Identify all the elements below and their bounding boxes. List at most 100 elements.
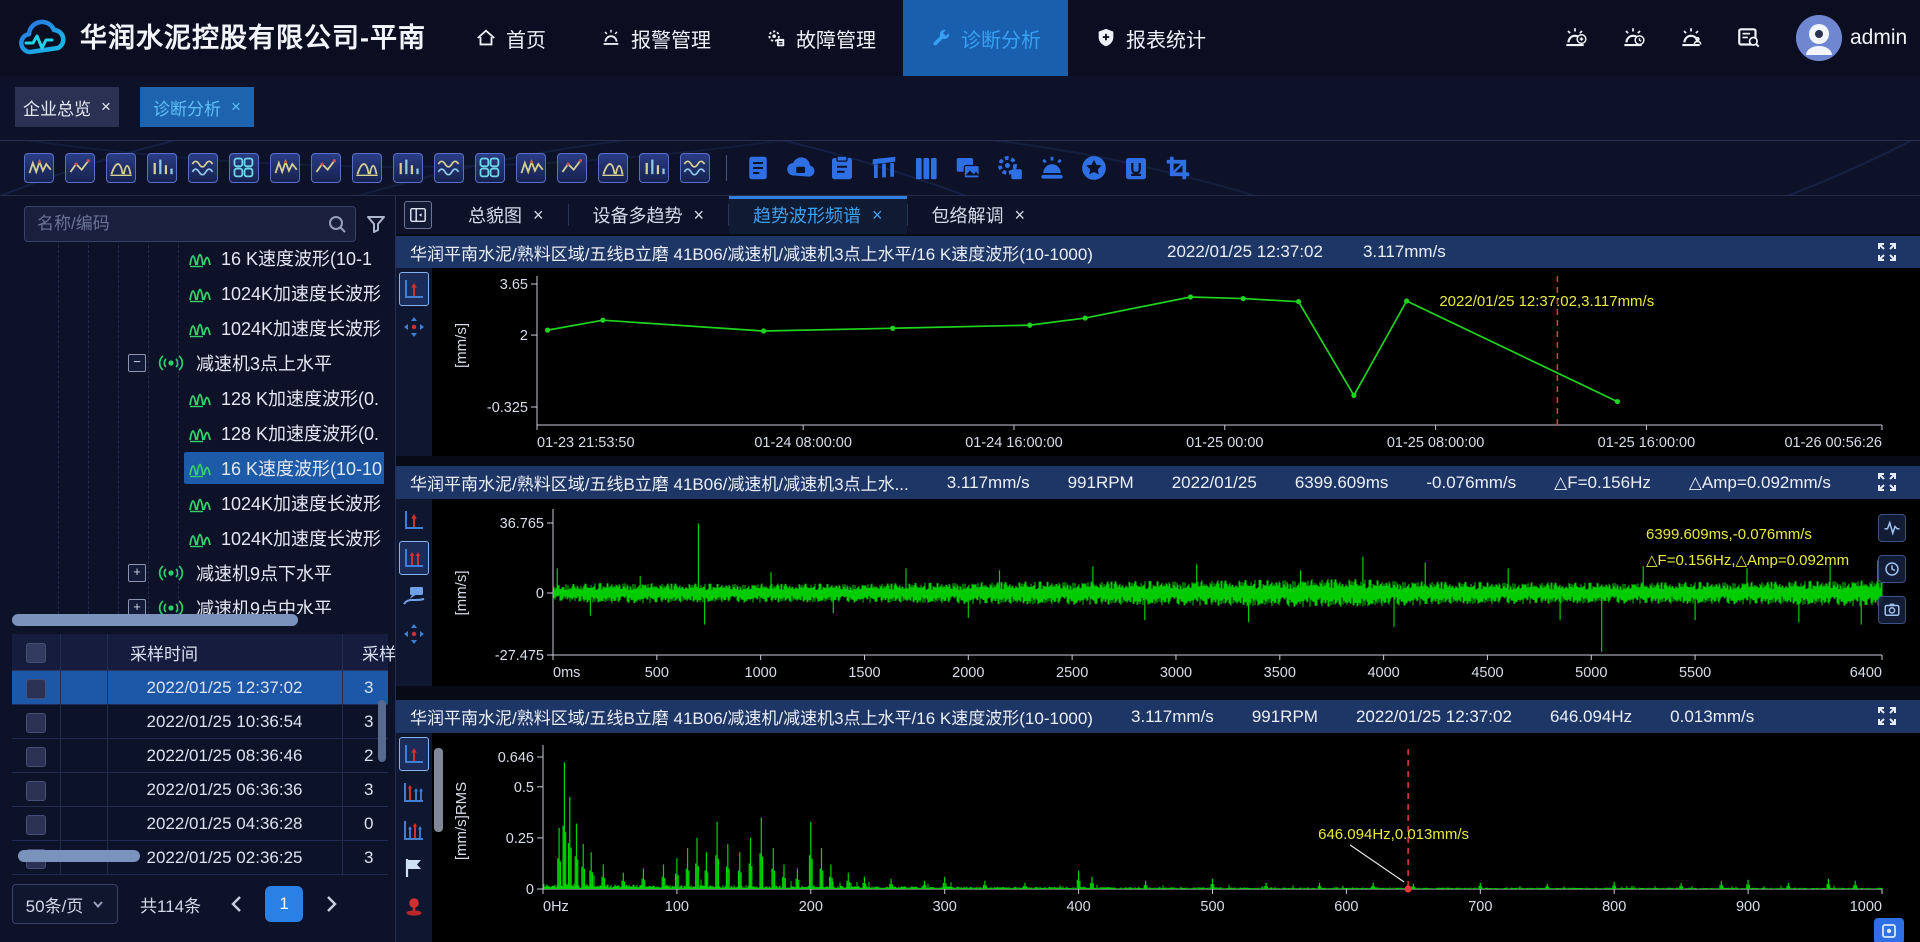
tool-flag-marker[interactable] <box>399 851 429 885</box>
collapse-panel-icon[interactable] <box>404 201 432 229</box>
chart-tab-趋势波形频谱[interactable]: 趋势波形频谱× <box>729 196 907 234</box>
chart-tab-总貌图[interactable]: 总貌图× <box>444 196 568 234</box>
close-icon[interactable]: × <box>1015 205 1026 226</box>
task-list-icon[interactable] <box>827 153 857 183</box>
fence-diagram-icon[interactable] <box>869 153 899 183</box>
triple-waveform-icon[interactable] <box>270 153 300 183</box>
quad-view-icon[interactable] <box>557 153 587 183</box>
corner-button[interactable] <box>1874 918 1904 942</box>
table-vertical-scrollbar[interactable] <box>378 700 386 762</box>
tab-diagnosis-analysis[interactable]: 诊断分析 × <box>140 87 254 127</box>
dual-waveform-icon[interactable] <box>188 153 218 183</box>
page-size-select[interactable]: 50条/页 <box>12 884 118 924</box>
prev-page-button[interactable] <box>227 894 247 914</box>
nav-item-home[interactable]: 首页 <box>448 0 573 76</box>
tab-enterprise-overview[interactable]: 企业总览 × <box>15 87 119 127</box>
spectrum-chart[interactable]: 0.6460.50.2500Hz100200300400500600700800… <box>396 733 1920 942</box>
search-icon[interactable] <box>327 214 347 234</box>
waterfall-icon[interactable] <box>434 153 464 183</box>
image-compare-icon[interactable] <box>953 153 983 183</box>
close-icon[interactable]: × <box>694 205 705 226</box>
table-row[interactable]: 2022/01/25 12:37:023 <box>12 671 388 705</box>
nav-item-alarm[interactable]: 报警管理 <box>573 0 738 76</box>
tool-pan-move[interactable] <box>399 617 429 651</box>
history-icon[interactable] <box>1878 555 1906 583</box>
tool-paint-marker[interactable] <box>399 889 429 923</box>
close-icon[interactable]: × <box>872 205 883 226</box>
gear-config-icon[interactable] <box>995 153 1025 183</box>
bode-plot-icon[interactable] <box>680 153 710 183</box>
data-route-icon[interactable] <box>106 153 136 183</box>
multi-trend-icon[interactable] <box>65 153 95 183</box>
waveform-icon[interactable] <box>1878 514 1906 542</box>
close-icon[interactable]: × <box>231 97 241 117</box>
next-page-button[interactable] <box>321 894 341 914</box>
bar-statistics-icon[interactable] <box>352 153 382 183</box>
nav-item-diagnosis[interactable]: 诊断分析 <box>903 0 1068 76</box>
filter-icon[interactable] <box>366 214 386 234</box>
current-page-button[interactable]: 1 <box>265 886 303 922</box>
tool-single-cursor[interactable] <box>399 737 429 771</box>
waveform-chart[interactable]: 36.7650-27.4750ms50010001500200025003000… <box>396 499 1920 686</box>
row-checkbox[interactable] <box>26 815 46 835</box>
expand-icon[interactable]: + <box>128 599 146 615</box>
fullscreen-icon[interactable] <box>1876 241 1898 263</box>
cloud-data-icon[interactable] <box>785 153 815 183</box>
close-icon[interactable]: × <box>101 97 111 117</box>
alarm-add-icon[interactable] <box>1562 25 1588 51</box>
close-icon[interactable]: × <box>533 205 544 226</box>
tool-single-cursor[interactable] <box>399 503 429 537</box>
fullscreen-icon[interactable] <box>1876 705 1898 727</box>
tree-horizontal-scrollbar[interactable] <box>12 614 298 626</box>
report-doc-icon[interactable] <box>743 153 773 183</box>
table-row[interactable]: 2022/01/25 08:36:462 <box>12 739 388 773</box>
cascade-spectrum-icon[interactable] <box>311 153 341 183</box>
wave-with-spectrum-icon[interactable] <box>516 153 546 183</box>
table-horizontal-scrollbar[interactable] <box>18 850 140 862</box>
alarm-bell-icon[interactable] <box>1037 153 1067 183</box>
lw-trend-icon[interactable] <box>393 153 423 183</box>
collapse-icon[interactable]: − <box>128 354 146 372</box>
main-vertical-scrollbar[interactable] <box>434 748 443 832</box>
row-checkbox[interactable] <box>26 747 46 767</box>
username[interactable]: admin <box>1850 0 1907 76</box>
row-checkbox[interactable] <box>26 781 46 801</box>
star-medal-icon[interactable] <box>1079 153 1109 183</box>
trend-chart[interactable]: 3.652-0.32501-23 21:53:5001-24 08:00:000… <box>396 268 1920 456</box>
tool-pan-move[interactable] <box>399 310 429 344</box>
table-row[interactable]: 2022/01/25 04:36:280 <box>12 807 388 841</box>
clipboard-tool-icon[interactable] <box>1121 153 1151 183</box>
nav-item-report[interactable]: 报表统计 <box>1068 0 1233 76</box>
select-all-checkbox[interactable] <box>26 643 46 663</box>
spectrum-chart-title: 华润平南水泥/熟料区域/五线B立磨 41B06/减速机/减速机3点上水平/16 … <box>410 704 1093 729</box>
tool-note-label[interactable] <box>399 579 429 613</box>
chart-tab-设备多趋势[interactable]: 设备多趋势× <box>569 196 729 234</box>
multi-wave-overlay-icon[interactable] <box>598 153 628 183</box>
fullscreen-icon[interactable] <box>1876 471 1898 493</box>
row-checkbox[interactable] <box>26 713 46 733</box>
col-sample-time[interactable]: 采样时间 <box>130 640 198 665</box>
tool-double-cursor[interactable] <box>399 541 429 575</box>
chart-tab-包络解调[interactable]: 包络解调× <box>908 196 1050 234</box>
expand-icon[interactable]: + <box>128 564 146 582</box>
orbit-analysis-icon[interactable] <box>639 153 669 183</box>
table-row[interactable]: 2022/01/25 10:36:543 <box>12 705 388 739</box>
crop-region-icon[interactable] <box>1163 153 1193 183</box>
capture-icon[interactable] <box>1878 596 1906 624</box>
archive-bars-icon[interactable] <box>911 153 941 183</box>
doc-search-icon[interactable] <box>1736 25 1762 51</box>
fa-spectrum-icon[interactable] <box>475 153 505 183</box>
tool-single-cursor[interactable] <box>399 272 429 306</box>
spectrum-overview-icon[interactable] <box>147 153 177 183</box>
row-checkbox[interactable] <box>26 679 46 699</box>
table-row[interactable]: 2022/01/25 06:36:363 <box>12 773 388 807</box>
avatar[interactable] <box>1796 15 1842 61</box>
trend-analysis-icon[interactable] <box>24 153 54 183</box>
search-input[interactable] <box>25 207 355 241</box>
alarm-time-icon[interactable] <box>1620 25 1646 51</box>
tool-sideband-cursor[interactable] <box>399 813 429 847</box>
tool-harmonic-cursor[interactable] <box>399 775 429 809</box>
alarm-user-icon[interactable] <box>1678 25 1704 51</box>
nav-item-fault[interactable]: 故障管理 <box>738 0 903 76</box>
twin-spectrum-icon[interactable] <box>229 153 259 183</box>
